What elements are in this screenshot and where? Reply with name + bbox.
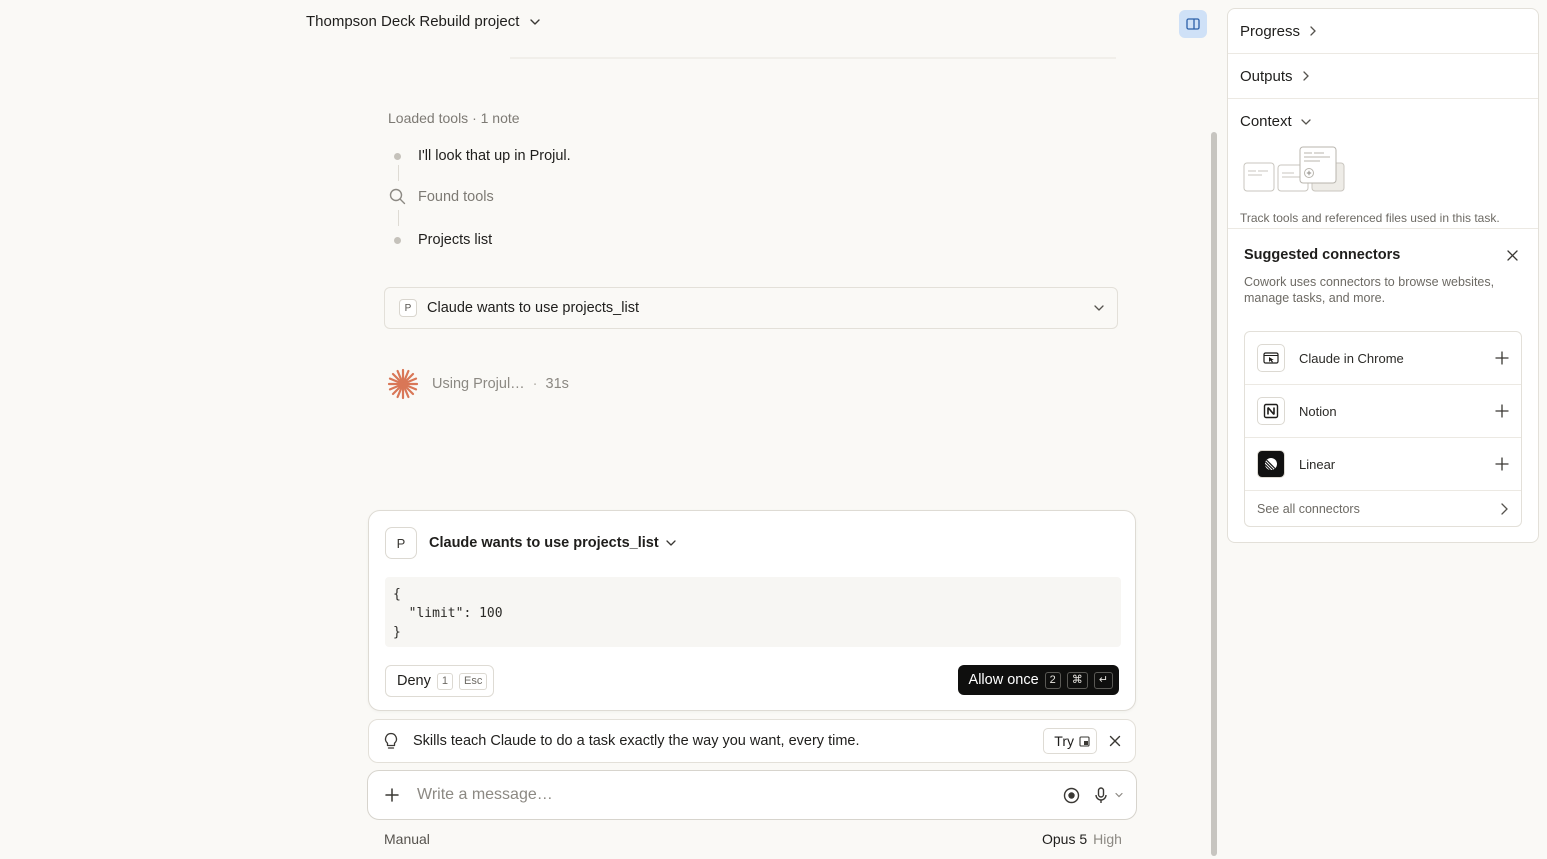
tip-text: Skills teach Claude to do a task exactly…	[413, 733, 860, 749]
separator: ·	[532, 376, 538, 392]
timeline-connector	[398, 165, 399, 181]
scrollbar[interactable]	[1211, 132, 1217, 856]
chevron-down-icon	[529, 16, 541, 28]
plus-icon[interactable]	[1495, 457, 1509, 471]
record-icon[interactable]	[1063, 787, 1080, 804]
suggested-connectors-description: Cowork uses connectors to browse website…	[1244, 275, 1495, 305]
deny-button[interactable]: Deny 1 Esc	[385, 665, 495, 697]
chevron-right-icon	[1308, 25, 1318, 37]
connector-item-notion[interactable]: Notion	[1245, 385, 1521, 438]
bullet-dot	[394, 152, 401, 160]
bullet-dot	[394, 236, 401, 244]
plus-icon[interactable]	[385, 788, 399, 802]
close-icon[interactable]	[1109, 735, 1121, 747]
connector-item-linear[interactable]: Linear	[1245, 438, 1521, 491]
section-context[interactable]: Context	[1228, 99, 1538, 144]
context-illustration	[1242, 145, 1346, 195]
projul-badge: P	[399, 299, 417, 317]
effort-level: High	[1093, 831, 1122, 847]
deny-label: Deny	[397, 673, 431, 689]
suggested-connectors-title: Suggested connectors	[1244, 247, 1401, 263]
chevron-right-icon	[1499, 502, 1509, 516]
plus-icon[interactable]	[1495, 404, 1509, 418]
microphone-icon[interactable]	[1094, 786, 1108, 804]
status-text: Using Projul…	[432, 376, 525, 392]
section-outputs[interactable]: Outputs	[1228, 54, 1538, 99]
see-all-label: See all connectors	[1257, 502, 1360, 516]
try-label: Try	[1054, 733, 1074, 749]
try-button[interactable]: Try	[1043, 728, 1097, 754]
model-name: Opus 5	[1042, 831, 1088, 847]
projul-badge: P	[385, 527, 417, 559]
enter-key: ↵	[1093, 671, 1113, 689]
close-icon[interactable]	[1507, 250, 1518, 261]
shortcut-key: 1	[436, 672, 453, 690]
chevron-down-icon	[665, 537, 677, 549]
context-description: Track tools and referenced files used in…	[1240, 211, 1500, 225]
connector-list: Claude in Chrome Notion Linear See all c…	[1244, 331, 1522, 527]
section-label: Progress	[1240, 22, 1301, 40]
step-label: Found tools	[418, 188, 494, 205]
lightbulb-icon	[383, 732, 399, 750]
divider	[1228, 228, 1538, 229]
chevron-right-icon	[1301, 70, 1311, 82]
message-composer	[367, 770, 1137, 820]
loaded-tools-summary[interactable]: Loaded tools · 1 note	[388, 110, 520, 126]
sidebar-toggle-icon	[1186, 18, 1200, 30]
step-item: I'll look that up in Projul.	[394, 148, 571, 164]
permission-header[interactable]: P Claude wants to use projects_list	[385, 527, 677, 559]
timeline-connector	[398, 210, 399, 226]
status-row: Using Projul… · 31s	[386, 367, 569, 401]
mode-selector[interactable]: Manual	[384, 831, 430, 847]
connector-name: Linear	[1299, 456, 1336, 472]
tool-arguments-code: { "limit": 100}	[385, 577, 1121, 647]
permission-card: P Claude wants to use projects_list { "l…	[368, 510, 1136, 711]
project-title: Thompson Deck Rebuild project	[306, 13, 520, 30]
panel-toggle-button[interactable]	[1179, 10, 1207, 38]
chevron-down-icon	[1300, 117, 1312, 127]
connector-name: Notion	[1299, 403, 1337, 419]
chrome-cursor-icon	[1257, 344, 1285, 372]
connector-name: Claude in Chrome	[1299, 350, 1404, 366]
elapsed-time: 31s	[545, 376, 569, 392]
plus-icon[interactable]	[1495, 351, 1509, 365]
section-label: Context	[1240, 113, 1292, 130]
message-input[interactable]	[415, 785, 1063, 805]
notion-icon	[1257, 397, 1285, 425]
chevron-down-icon[interactable]	[1114, 790, 1124, 800]
open-external-icon	[1079, 735, 1090, 747]
step-item: Projects list	[394, 232, 492, 248]
code-line: {	[393, 587, 401, 602]
step-item: Found tools	[389, 188, 494, 205]
linear-icon	[1257, 450, 1285, 478]
step-label: I'll look that up in Projul.	[418, 148, 571, 164]
command-key: ⌘	[1066, 671, 1088, 689]
code-line: }	[393, 625, 401, 640]
claude-spinner-icon	[386, 367, 420, 401]
shortcut-key: Esc	[458, 672, 488, 690]
tool-request-collapsed[interactable]: P Claude wants to use projects_list	[384, 287, 1118, 329]
tool-request-label: Claude wants to use projects_list	[427, 300, 639, 316]
see-all-connectors-link[interactable]: See all connectors	[1245, 491, 1521, 527]
skills-tip: Skills teach Claude to do a task exactly…	[368, 719, 1136, 763]
model-selector[interactable]: Opus 5 High	[1042, 831, 1122, 847]
step-label: Projects list	[418, 232, 493, 248]
divider	[510, 57, 1116, 59]
shortcut-key: 2	[1044, 671, 1061, 689]
project-title-dropdown[interactable]: Thompson Deck Rebuild project	[306, 13, 541, 30]
connector-item-claude-in-chrome[interactable]: Claude in Chrome	[1245, 332, 1521, 385]
code-line: "limit": 100	[393, 606, 503, 621]
chevron-down-icon	[1093, 302, 1105, 314]
section-label: Outputs	[1240, 67, 1293, 85]
right-panel: Progress Outputs Context Track tools and…	[1227, 8, 1539, 543]
section-progress[interactable]: Progress	[1228, 9, 1538, 54]
allow-label: Allow once	[968, 672, 1039, 688]
allow-once-button[interactable]: Allow once 2 ⌘ ↵	[957, 665, 1119, 695]
search-icon	[389, 188, 406, 205]
permission-title: Claude wants to use projects_list	[429, 535, 659, 551]
